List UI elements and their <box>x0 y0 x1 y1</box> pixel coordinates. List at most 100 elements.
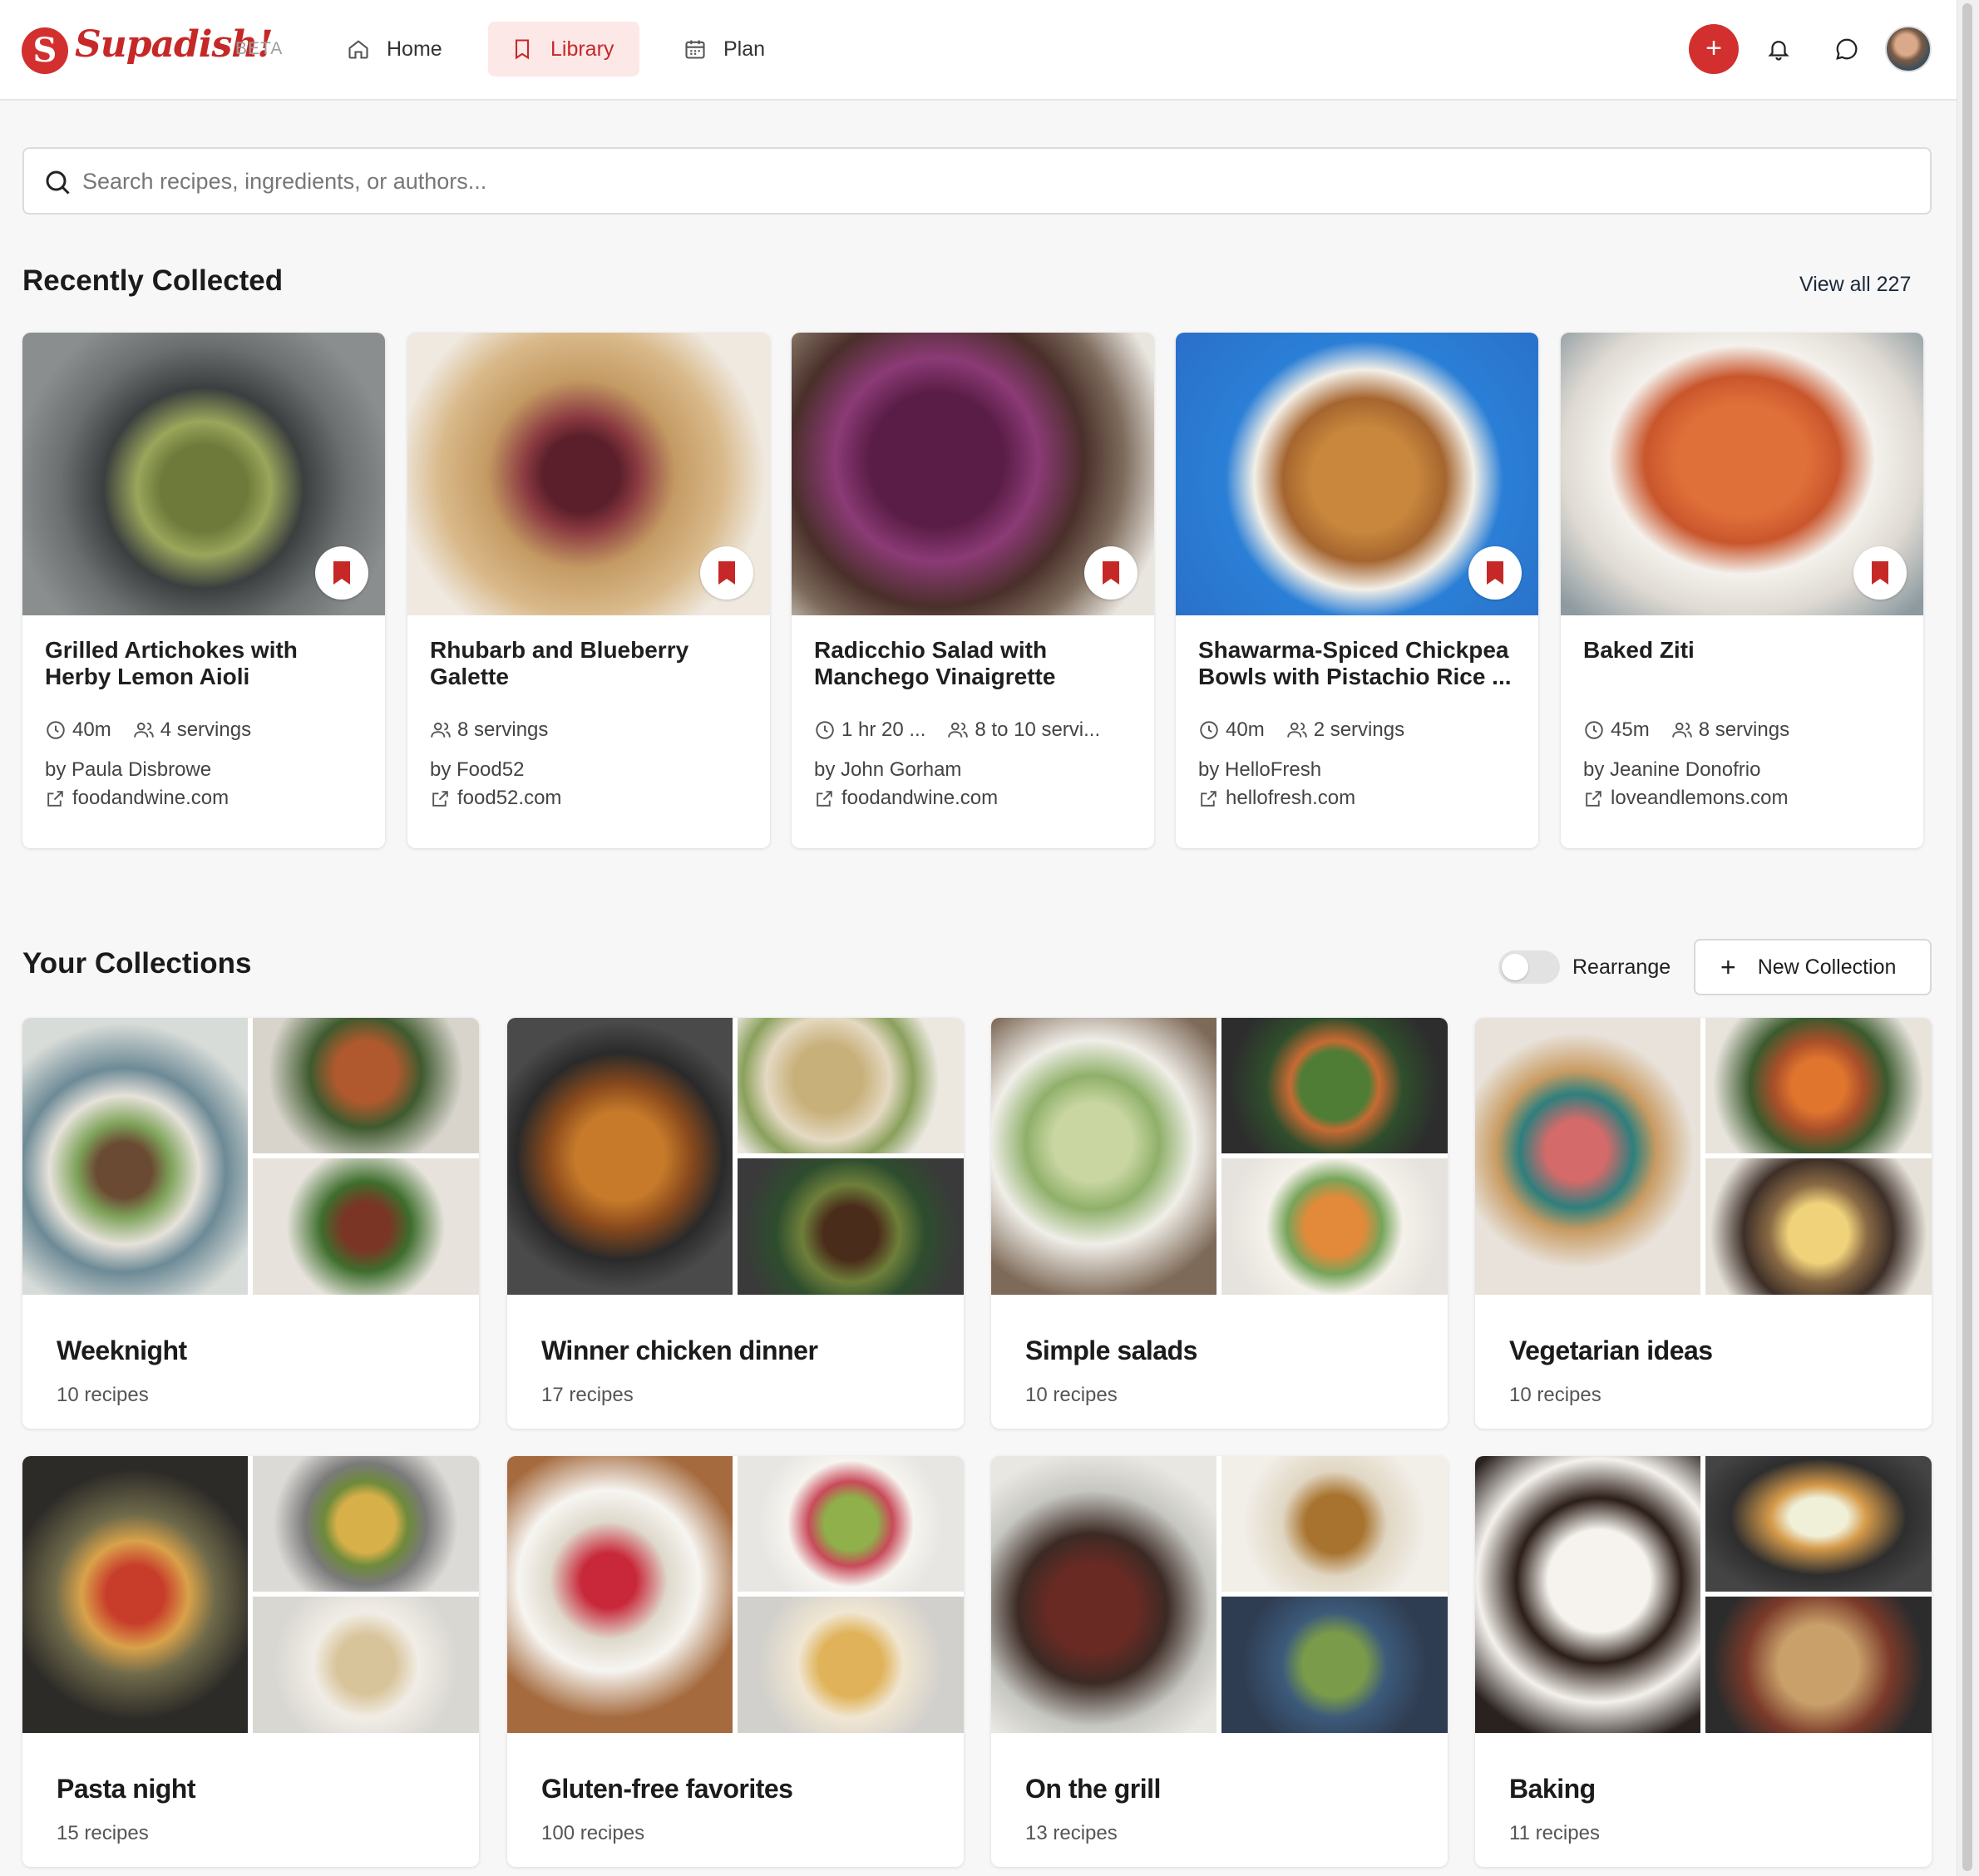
recipe-time: 40m <box>72 718 111 741</box>
recipe-source-link[interactable]: foodandwine.com <box>45 787 229 810</box>
nav-plan-label: Plan <box>723 37 766 61</box>
logo-icon[interactable]: S <box>22 27 68 74</box>
collection-count: 17 recipes <box>541 1384 634 1406</box>
recently-collected-heading: Recently Collected <box>22 264 284 297</box>
beta-badge: BETA <box>235 39 284 58</box>
collection-image <box>253 1456 479 1592</box>
collection-title: Weeknight <box>57 1335 187 1365</box>
recipe-card[interactable]: Baked Ziti 45m 8 servings by Jeanine Don… <box>1561 333 1923 848</box>
collection-card[interactable]: Weeknight 10 recipes <box>22 1018 479 1429</box>
bookmark-button[interactable] <box>1853 546 1907 600</box>
nav-plan[interactable]: Plan <box>661 22 787 77</box>
collection-title: Baking <box>1509 1774 1596 1804</box>
collection-image <box>253 1158 479 1295</box>
collection-count: 15 recipes <box>57 1822 149 1844</box>
recipe-source: food52.com <box>457 787 562 809</box>
add-recipe-button[interactable]: + <box>1689 24 1739 74</box>
recipe-author: by HelloFresh <box>1198 758 1322 781</box>
clock-icon <box>1200 721 1218 739</box>
collection-card[interactable]: Pasta night 15 recipes <box>22 1456 479 1867</box>
avatar[interactable] <box>1885 26 1932 72</box>
recipe-source-link[interactable]: loveandlemons.com <box>1583 787 1788 810</box>
people-icon <box>431 722 451 738</box>
recipe-title: Grilled Artichokes with Herby Lemon Aiol… <box>45 637 298 689</box>
collection-card[interactable]: Baking 11 recipes <box>1475 1456 1932 1867</box>
recipe-title: Radicchio Salad with Manchego Vinaigrett… <box>814 637 1056 689</box>
bookmark-filled-icon <box>333 561 350 585</box>
recipe-source-link[interactable]: hellofresh.com <box>1198 787 1355 810</box>
recipe-title: Baked Ziti <box>1583 637 1695 663</box>
collection-count: 10 recipes <box>57 1384 149 1406</box>
collection-card[interactable]: Simple salads 10 recipes <box>991 1018 1448 1429</box>
scrollbar-thumb[interactable] <box>1962 3 1972 1871</box>
recipe-source-link[interactable]: food52.com <box>430 787 561 810</box>
nav-home[interactable]: Home <box>324 22 465 77</box>
external-link-icon <box>1201 790 1217 807</box>
collection-card[interactable]: Gluten-free favorites 100 recipes <box>507 1456 964 1867</box>
collection-image <box>507 1018 733 1295</box>
people-icon <box>948 722 969 738</box>
collection-image <box>1221 1456 1448 1592</box>
clock-icon <box>47 721 65 739</box>
collection-image <box>22 1456 248 1733</box>
collection-card[interactable]: On the grill 13 recipes <box>991 1456 1448 1867</box>
collection-image <box>1705 1158 1932 1295</box>
collection-title: Gluten-free favorites <box>541 1774 793 1804</box>
bookmark-button[interactable] <box>1084 546 1138 600</box>
collection-image <box>738 1597 964 1733</box>
search-input[interactable] <box>82 160 1912 202</box>
rearrange-toggle[interactable] <box>1498 950 1560 984</box>
recipe-servings: 8 to 10 servi... <box>975 718 1101 741</box>
view-all-link[interactable]: View all 227 <box>1799 273 1911 297</box>
bookmark-button[interactable] <box>315 546 368 600</box>
recipe-card[interactable]: Radicchio Salad with Manchego Vinaigrett… <box>792 333 1154 848</box>
bookmark-filled-icon <box>1487 561 1503 585</box>
new-collection-label: New Collection <box>1757 955 1897 979</box>
external-link-icon <box>1586 790 1601 807</box>
recipe-source: hellofresh.com <box>1226 787 1356 809</box>
recipe-author: by John Gorham <box>814 758 962 781</box>
recipe-author: by Jeanine Donofrio <box>1583 758 1761 781</box>
top-navigation-bar: S Supadish! BETA Home Library Plan + <box>0 0 1957 101</box>
collection-card[interactable]: Vegetarian ideas 10 recipes <box>1475 1018 1932 1429</box>
recipe-title: Rhubarb and Blueberry Galette <box>430 637 689 689</box>
bookmark-button[interactable] <box>700 546 753 600</box>
new-collection-button[interactable]: + New Collection <box>1694 939 1932 995</box>
bookmark-button[interactable] <box>1468 546 1522 600</box>
recipe-servings: 4 servings <box>160 718 252 741</box>
collection-image <box>738 1158 964 1295</box>
recipe-card[interactable]: Rhubarb and Blueberry Galette 8 servings… <box>407 333 770 848</box>
rearrange-label: Rearrange <box>1572 955 1671 979</box>
search-bar[interactable] <box>22 147 1932 215</box>
recipe-title: Shawarma-Spiced Chickpea Bowls with Pist… <box>1198 637 1512 689</box>
recipe-source-link[interactable]: foodandwine.com <box>814 787 998 810</box>
external-link-icon <box>432 790 448 807</box>
toggle-knob <box>1502 954 1528 980</box>
people-icon <box>133 722 154 738</box>
collection-title: Winner chicken dinner <box>541 1335 818 1365</box>
recipe-card[interactable]: Grilled Artichokes with Herby Lemon Aiol… <box>22 333 385 848</box>
chat-icon[interactable] <box>1834 37 1859 62</box>
recipe-source: foodandwine.com <box>72 787 229 809</box>
collection-image <box>1221 1018 1448 1153</box>
collection-image <box>1475 1456 1700 1733</box>
collection-count: 13 recipes <box>1025 1822 1118 1844</box>
recipe-servings: 8 servings <box>457 718 549 741</box>
collection-count: 100 recipes <box>541 1822 645 1844</box>
nav-library-label: Library <box>550 37 614 61</box>
recipe-source: loveandlemons.com <box>1611 787 1789 809</box>
collection-count: 10 recipes <box>1025 1384 1118 1406</box>
collection-title: Simple salads <box>1025 1335 1197 1365</box>
recipe-card[interactable]: Shawarma-Spiced Chickpea Bowls with Pist… <box>1176 333 1538 848</box>
collection-image <box>507 1456 733 1733</box>
home-icon <box>348 40 368 59</box>
collection-title: On the grill <box>1025 1774 1161 1804</box>
nav-library[interactable]: Library <box>488 22 639 77</box>
collection-card[interactable]: Winner chicken dinner 17 recipes <box>507 1018 964 1429</box>
collection-image <box>991 1456 1217 1733</box>
bell-icon[interactable] <box>1766 37 1791 62</box>
plus-icon: + <box>1720 952 1736 982</box>
collection-image <box>1705 1018 1932 1153</box>
people-icon <box>1286 722 1307 738</box>
collection-image <box>253 1597 479 1733</box>
